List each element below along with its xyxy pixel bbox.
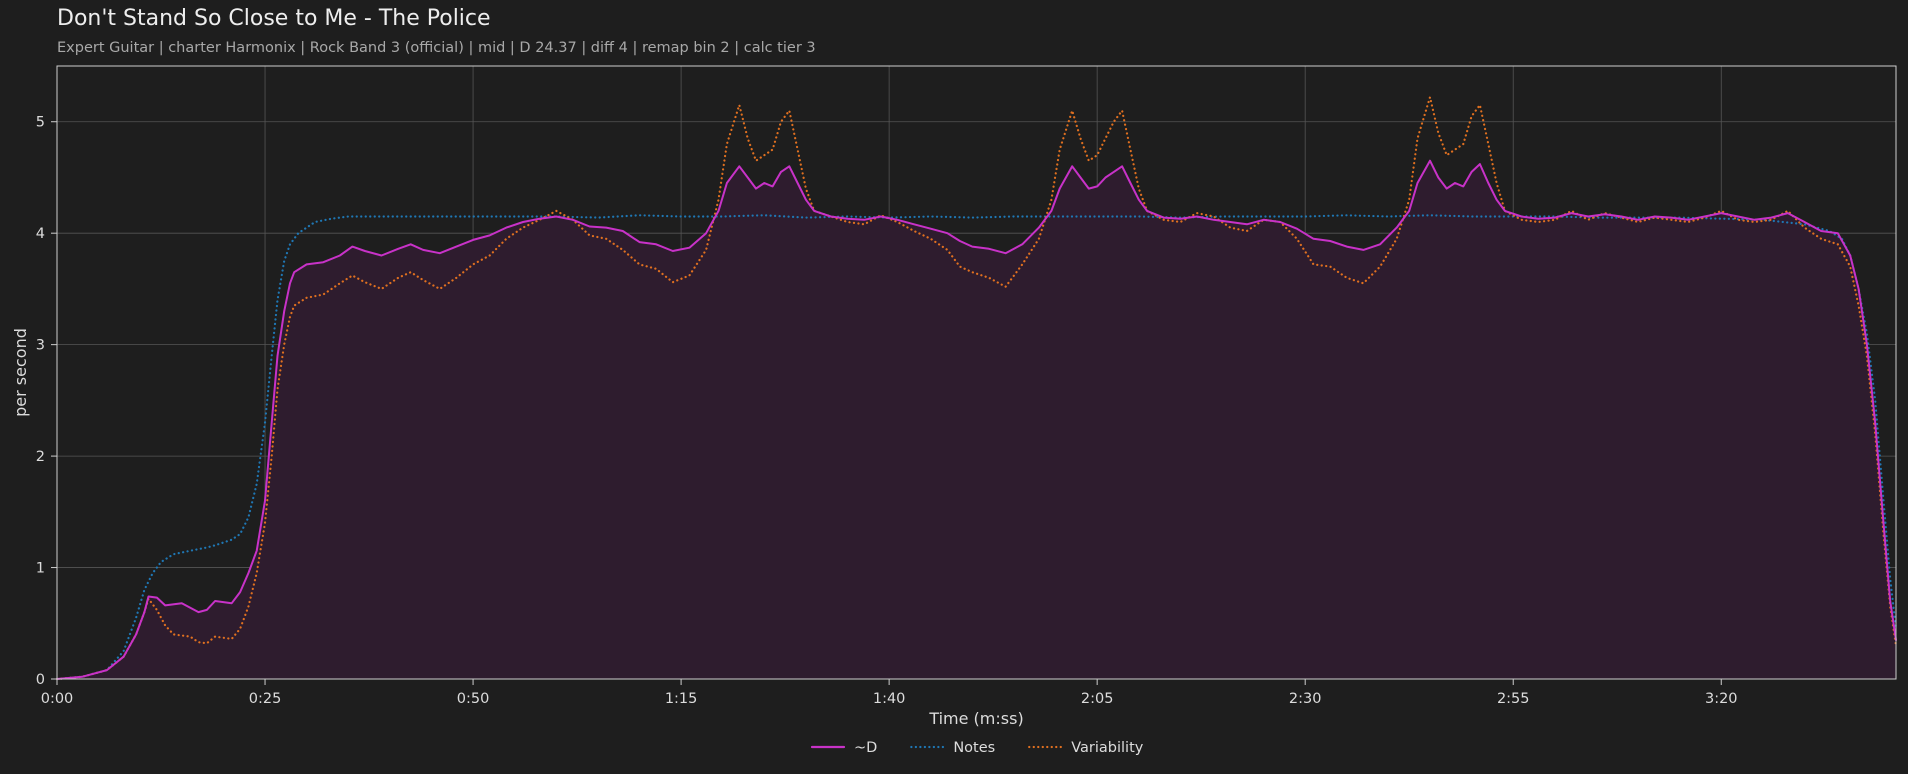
- legend-label-notes: Notes: [953, 740, 995, 756]
- y-tick-label: 4: [36, 226, 45, 242]
- d-area-fill: [57, 160, 1896, 679]
- legend-label-d: ~D: [854, 740, 877, 756]
- x-tick-label: 0:00: [41, 691, 74, 707]
- legend: ~D Notes Variability: [810, 740, 1144, 756]
- y-tick-label: 3: [36, 338, 45, 354]
- x-tick-label: 2:55: [1497, 691, 1530, 707]
- x-tick-label: 2:30: [1289, 691, 1322, 707]
- difficulty-chart: 0:00 0:25 0:50 1:15 1:40 2:05 2:30 2:55 3:20 0 1 2 3…: [11, 65, 1898, 756]
- x-tick-label: 1:40: [873, 691, 906, 707]
- x-tick-label: 1:15: [665, 691, 698, 707]
- series-fill-d: [57, 160, 1896, 679]
- x-tick-label: 2:05: [1081, 691, 1114, 707]
- y-tick-label: 2: [36, 449, 45, 465]
- x-axis-label: Time (m:ss): [928, 709, 1023, 728]
- y-tick-label: 5: [36, 115, 45, 131]
- y-axis-label: per second: [11, 328, 30, 417]
- x-tick-label: 3:20: [1705, 691, 1738, 707]
- x-tick-label: 0:50: [457, 691, 490, 707]
- legend-label-variability: Variability: [1071, 740, 1144, 756]
- y-tick-label: 0: [36, 672, 45, 688]
- y-tick-label: 1: [36, 561, 45, 577]
- x-tick-label: 0:25: [249, 691, 282, 707]
